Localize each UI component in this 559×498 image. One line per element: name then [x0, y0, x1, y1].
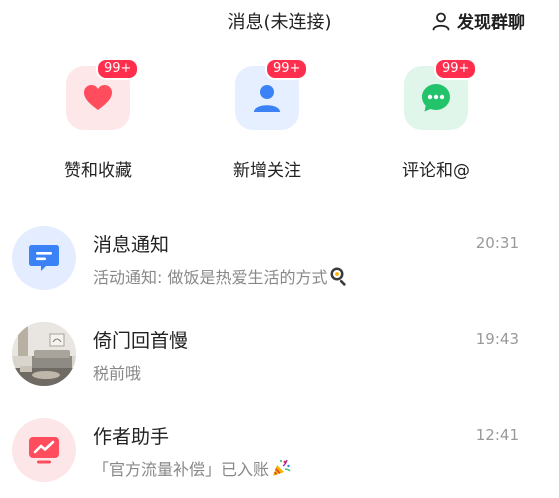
- chart-icon: [28, 435, 60, 465]
- conversation-name: 消息通知: [93, 234, 170, 256]
- person-icon: [431, 11, 451, 31]
- category-row: 99+ 赞和收藏 99+ 新增关注 99+ 评论和@: [0, 58, 559, 196]
- message-row-creator-assistant[interactable]: 作者助手 「官方流量补偿」已入账 12:41: [0, 418, 559, 498]
- message-time: 12:41: [475, 426, 519, 444]
- message-time: 20:31: [475, 234, 519, 252]
- message-preview-text: 税前哦: [93, 364, 142, 383]
- message-row-user[interactable]: 倚门回首慢 税前哦 19:43: [0, 322, 559, 402]
- conversation-name: 倚门回首慢: [93, 330, 189, 352]
- party-popper-icon: [271, 458, 291, 482]
- message-preview-text: 活动通知: 做饭是热爱生活的方式: [93, 268, 328, 287]
- message-row-notifications[interactable]: 消息通知 活动通知: 做饭是热爱生活的方式 20:31: [0, 226, 559, 306]
- message-icon: [28, 243, 60, 273]
- likes-icon-tile: 99+: [66, 58, 140, 130]
- discover-groups-button[interactable]: 发现群聊: [431, 8, 525, 33]
- chat-bubble-icon: [419, 81, 453, 115]
- unread-badge: 99+: [434, 58, 478, 80]
- avatar: [12, 322, 76, 386]
- conversation-name: 作者助手: [93, 426, 170, 448]
- unread-badge: 99+: [265, 58, 309, 80]
- message-time: 19:43: [475, 330, 519, 348]
- category-label: 评论和@: [402, 161, 470, 181]
- comments-icon-tile: 99+: [404, 58, 478, 130]
- followers-icon-tile: 99+: [235, 58, 309, 130]
- unread-badge: 99+: [96, 58, 140, 80]
- room-photo: [12, 322, 76, 386]
- category-comments-mentions[interactable]: 99+ 评论和@: [376, 58, 496, 181]
- message-preview-text: 「官方流量补偿」已入账: [93, 460, 270, 479]
- discover-groups-label: 发现群聊: [457, 13, 525, 33]
- top-bar: 消息(未连接) 发现群聊: [0, 0, 559, 42]
- frying-pan-icon: [329, 266, 349, 290]
- person-icon: [250, 81, 284, 115]
- message-preview: 活动通知: 做饭是热爱生活的方式: [93, 264, 349, 290]
- message-preview: 「官方流量补偿」已入账: [93, 456, 291, 482]
- category-new-followers[interactable]: 99+ 新增关注: [207, 58, 327, 181]
- category-label: 新增关注: [233, 161, 301, 181]
- avatar: [12, 418, 76, 482]
- heart-icon: [81, 81, 115, 115]
- category-label: 赞和收藏: [64, 161, 132, 181]
- category-likes-collections[interactable]: 99+ 赞和收藏: [38, 58, 158, 181]
- avatar: [12, 226, 76, 290]
